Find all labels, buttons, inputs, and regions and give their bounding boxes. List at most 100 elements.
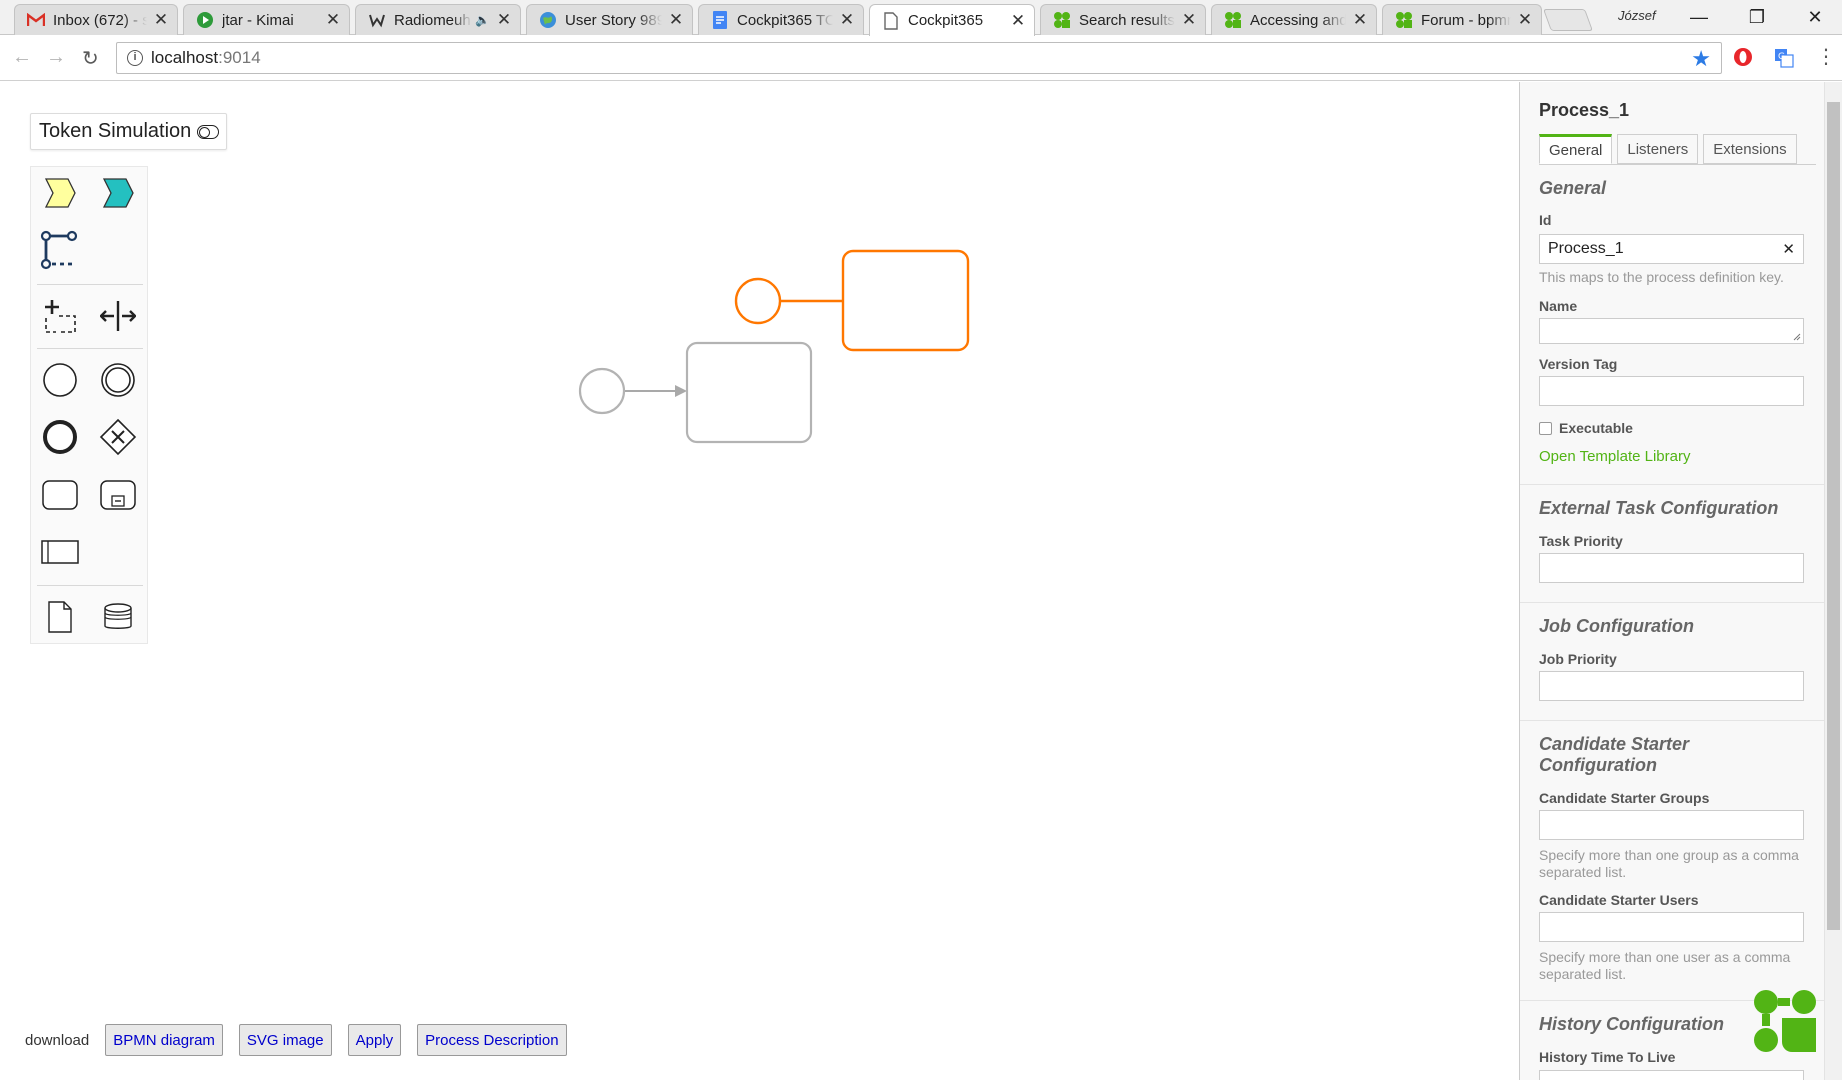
- browser-tab-cockpit365-active[interactable]: Cockpit365 ✕: [869, 4, 1035, 36]
- radio-icon: [368, 11, 386, 29]
- panel-title: Process_1: [1539, 100, 1630, 120]
- name-label: Name: [1539, 298, 1578, 314]
- apply-button[interactable]: Apply: [347, 1024, 402, 1056]
- tab-title: Inbox (672) - s: [53, 11, 147, 29]
- version-tag-label: Version Tag: [1539, 356, 1618, 372]
- external-task-heading: External Task Configuration: [1539, 498, 1779, 518]
- close-tab-icon[interactable]: ✕: [1181, 10, 1197, 30]
- close-tab-icon[interactable]: ✕: [1517, 10, 1533, 30]
- version-tag-input[interactable]: [1539, 376, 1804, 406]
- docs-icon: [711, 11, 729, 29]
- address-bar[interactable]: i localhost :9014 ★: [116, 42, 1722, 74]
- menu-kebab-icon[interactable]: ⋮: [1816, 44, 1836, 69]
- candidate-groups-description: Specify more than one group as a comma s…: [1539, 847, 1799, 880]
- candidate-users-description: Specify more than one user as a comma se…: [1539, 949, 1791, 982]
- browser-tab-forum[interactable]: Forum - bpmn ✕: [1382, 4, 1542, 35]
- camunda-icon: [1224, 11, 1242, 29]
- group-separator: [1520, 720, 1824, 721]
- tab-title: Forum - bpmn: [1421, 11, 1511, 29]
- download-label: download: [25, 1031, 90, 1049]
- id-input[interactable]: Process_1 ✕: [1539, 234, 1804, 264]
- url-port: :9014: [218, 48, 261, 67]
- kimai-icon: [196, 11, 214, 29]
- candidate-starter-heading: Candidate Starter Configuration: [1539, 734, 1690, 775]
- job-priority-input[interactable]: [1539, 671, 1804, 701]
- opera-extension-icon[interactable]: [1732, 46, 1754, 68]
- group-separator: [1520, 484, 1824, 485]
- browser-tab-gmail[interactable]: Inbox (672) - s ✕: [14, 4, 178, 35]
- general-group-heading: General: [1539, 178, 1607, 198]
- audio-playing-icon[interactable]: 🔈: [475, 13, 490, 27]
- sequence-flow-connection[interactable]: [625, 385, 687, 397]
- browser-tab-search-results[interactable]: Search results ✕: [1040, 4, 1206, 35]
- name-textarea[interactable]: [1539, 318, 1804, 344]
- svg-text:G: G: [1778, 52, 1785, 62]
- back-icon[interactable]: ←: [12, 46, 32, 69]
- tab-extensions[interactable]: Extensions: [1703, 134, 1797, 164]
- bpmn-diagram-button[interactable]: BPMN diagram: [105, 1024, 223, 1056]
- candidate-users-input[interactable]: [1539, 912, 1804, 942]
- properties-panel: Process_1 General Listeners Extensions G…: [1519, 82, 1824, 1080]
- minimize-icon[interactable]: —: [1672, 0, 1726, 34]
- close-tab-icon[interactable]: ✕: [1010, 11, 1026, 31]
- job-configuration-heading: Job Configuration: [1539, 616, 1694, 636]
- bpmn-canvas[interactable]: Token Simulation download BPMN diagram S…: [0, 82, 1519, 1080]
- executable-checkbox[interactable]: [1539, 422, 1552, 435]
- reload-icon[interactable]: ↻: [82, 46, 99, 71]
- tab-title: User Story 989: [565, 11, 662, 29]
- camunda-logo-icon: [1754, 990, 1816, 1052]
- close-window-icon[interactable]: ✕: [1788, 0, 1842, 34]
- history-ttl-label: History Time To Live: [1539, 1049, 1676, 1065]
- restore-icon[interactable]: ❐: [1730, 0, 1784, 34]
- browser-tab-radiomeuh[interactable]: Radiomeuh 🔈 ✕: [355, 4, 521, 35]
- task-priority-label: Task Priority: [1539, 533, 1623, 549]
- candidate-groups-input[interactable]: [1539, 810, 1804, 840]
- close-tab-icon[interactable]: ✕: [153, 10, 169, 30]
- tab-title: Radiomeuh: [394, 11, 471, 29]
- url-host: localhost: [151, 48, 219, 67]
- job-priority-label: Job Priority: [1539, 651, 1617, 667]
- tab-title: Accessing and: [1250, 11, 1346, 29]
- history-ttl-input[interactable]: [1539, 1070, 1804, 1080]
- tab-title: Cockpit365: [908, 12, 984, 29]
- close-tab-icon[interactable]: ✕: [668, 10, 684, 30]
- panel-scrollbar[interactable]: [1824, 82, 1842, 1080]
- bookmark-star-icon[interactable]: ★: [1691, 46, 1711, 72]
- task-shape[interactable]: [685, 341, 813, 444]
- site-info-icon[interactable]: i: [127, 50, 143, 66]
- close-tab-icon[interactable]: ✕: [325, 10, 341, 30]
- translate-extension-icon[interactable]: G: [1773, 47, 1795, 69]
- browser-tab-kimai[interactable]: jtar - Kimai ✕: [183, 4, 350, 35]
- svg-image-button[interactable]: SVG image: [238, 1024, 332, 1056]
- browser-tab-cockpit365-doc[interactable]: Cockpit365 TO ✕: [698, 4, 864, 35]
- globe-icon: [539, 11, 557, 29]
- new-tab-button[interactable]: [1542, 9, 1594, 31]
- clear-icon[interactable]: ✕: [1782, 240, 1795, 258]
- bpmn-diagram: [578, 249, 970, 444]
- close-tab-icon[interactable]: ✕: [1352, 10, 1368, 30]
- profile-name[interactable]: József: [1618, 8, 1656, 23]
- start-event-shape[interactable]: [578, 367, 626, 415]
- selected-start-event-shape[interactable]: [734, 277, 782, 325]
- scrollbar-thumb[interactable]: [1827, 102, 1840, 930]
- group-separator: [1520, 602, 1824, 603]
- close-tab-icon[interactable]: ✕: [496, 10, 512, 30]
- camunda-icon: [1395, 11, 1413, 29]
- forward-icon[interactable]: →: [46, 46, 66, 69]
- panel-tabs: General Listeners Extensions: [1539, 134, 1802, 164]
- camunda-icon: [1053, 11, 1071, 29]
- candidate-users-label: Candidate Starter Users: [1539, 892, 1699, 908]
- browser-tab-strip: Inbox (672) - s ✕ jtar - Kimai ✕ Radiome…: [0, 0, 1842, 36]
- tab-title: Cockpit365 TO: [737, 11, 833, 29]
- open-template-library-link[interactable]: Open Template Library: [1539, 448, 1690, 465]
- id-value: Process_1: [1548, 240, 1624, 257]
- browser-tab-accessing[interactable]: Accessing and ✕: [1211, 4, 1377, 35]
- tab-listeners[interactable]: Listeners: [1617, 134, 1699, 164]
- task-priority-input[interactable]: [1539, 553, 1804, 583]
- tab-general[interactable]: General: [1539, 134, 1613, 164]
- browser-tab-user-story[interactable]: User Story 989 ✕: [526, 4, 693, 35]
- process-description-button[interactable]: Process Description: [417, 1024, 567, 1056]
- selected-task-shape[interactable]: [841, 249, 970, 352]
- close-tab-icon[interactable]: ✕: [839, 10, 855, 30]
- tab-title: Search results: [1079, 11, 1175, 29]
